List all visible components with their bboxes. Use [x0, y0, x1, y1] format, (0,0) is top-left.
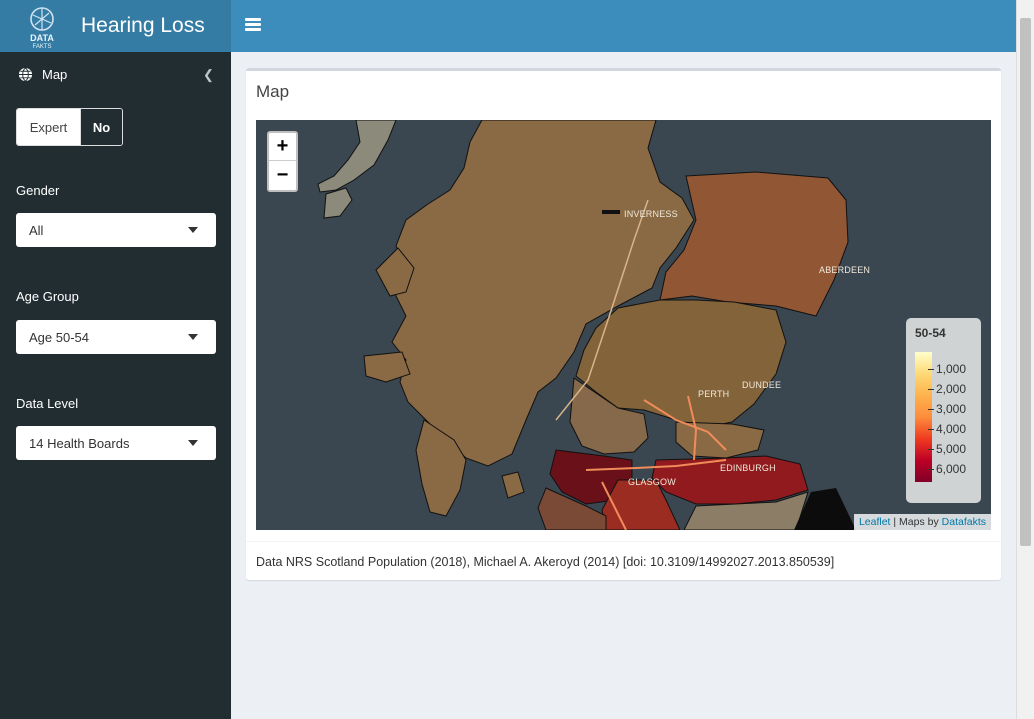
western-isles-region — [317, 120, 397, 193]
sidebar-item-map[interactable]: Map ❮ — [0, 60, 231, 90]
data-source-note: Data NRS Scotland Population (2018), Mic… — [256, 555, 835, 569]
grampian-region — [659, 171, 849, 317]
legend-tick — [928, 369, 934, 370]
data-level-select[interactable]: 14 Health Boards — [16, 426, 216, 460]
top-navbar — [231, 0, 1016, 52]
scrollbar-thumb[interactable] — [1020, 18, 1031, 546]
legend-value: 3,000 — [936, 402, 967, 416]
gender-select[interactable]: All — [16, 213, 216, 247]
legend-title: 50-54 — [915, 326, 946, 340]
map-legend: 50-54 1,000 2,000 3,000 4,000 5,000 6,00… — [906, 318, 981, 503]
gender-label: Gender — [16, 183, 60, 198]
data-level-label: Data Level — [16, 396, 79, 411]
age-group-label: Age Group — [16, 289, 79, 304]
page-scrollbar[interactable] — [1016, 0, 1034, 719]
box-divider — [246, 541, 1001, 542]
sidebar-item-label: Map — [42, 67, 68, 82]
globe-icon — [18, 67, 33, 82]
app-title: Hearing Loss — [81, 14, 205, 37]
svg-text:FAKTS: FAKTS — [32, 44, 51, 49]
sidebar: Map ❮ Expert No Gender All Age Group Age… — [0, 52, 231, 719]
no-option[interactable]: No — [80, 109, 122, 145]
logo-area[interactable]: DATA FAKTS Hearing Loss — [0, 0, 231, 52]
legend-tick — [928, 409, 934, 410]
gender-select-value: All — [29, 223, 44, 238]
western-isles-south-region — [323, 187, 353, 219]
leaflet-link[interactable]: Leaflet — [859, 516, 891, 528]
box-title: Map — [256, 82, 290, 101]
legend-tick — [928, 389, 934, 390]
expert-option[interactable]: Expert — [17, 109, 80, 145]
chevron-left-icon: ❮ — [203, 67, 214, 82]
legend-value: 5,000 — [936, 442, 967, 456]
datafakts-link[interactable]: Datafakts — [942, 516, 986, 528]
city-label-dundee: DUNDEE — [742, 380, 782, 390]
city-label-inverness: INVERNESS — [624, 209, 678, 219]
legend-tick — [928, 469, 934, 470]
arran-region — [501, 471, 525, 499]
zoom-control: + − — [267, 131, 298, 192]
map-box: Map + − INVERNESS ABERDEEN PERTH DUNDEE … — [246, 68, 1001, 580]
city-label-aberdeen: ABERDEEN — [819, 265, 871, 275]
data-level-select-value: 14 Health Boards — [29, 436, 130, 451]
legend-value: 4,000 — [936, 422, 967, 436]
inverness-marker — [602, 210, 620, 214]
zoom-in-button[interactable]: + — [269, 133, 296, 161]
highland-region — [391, 120, 695, 467]
svg-text:DATA: DATA — [30, 33, 54, 43]
city-label-perth: PERTH — [698, 389, 730, 399]
attribution-separator: | Maps by — [890, 516, 942, 528]
city-label-glasgow: GLASGOW — [628, 477, 676, 487]
age-group-select-value: Age 50-54 — [29, 330, 89, 345]
leaflet-map[interactable]: + − INVERNESS ABERDEEN PERTH DUNDEE GLAS… — [256, 120, 991, 530]
sidebar-toggle-icon[interactable] — [245, 16, 261, 36]
map-attribution: Leaflet | Maps by Datafakts — [853, 514, 991, 530]
caret-down-icon — [188, 334, 198, 340]
caret-down-icon — [188, 227, 198, 233]
legend-color-bar — [915, 352, 932, 482]
legend-value: 2,000 — [936, 382, 967, 396]
fife-region — [675, 421, 765, 459]
legend-tick — [928, 429, 934, 430]
legend-tick — [928, 449, 934, 450]
zoom-out-button[interactable]: − — [269, 161, 296, 189]
expert-toggle[interactable]: Expert No — [16, 108, 123, 146]
legend-value: 6,000 — [936, 462, 967, 476]
age-group-select[interactable]: Age 50-54 — [16, 320, 216, 354]
datafakts-logo-icon: DATA FAKTS — [30, 7, 54, 49]
map-regions — [317, 120, 856, 530]
city-label-edinburgh: EDINBURGH — [720, 463, 776, 473]
caret-down-icon — [188, 440, 198, 446]
legend-value: 1,000 — [936, 362, 967, 376]
